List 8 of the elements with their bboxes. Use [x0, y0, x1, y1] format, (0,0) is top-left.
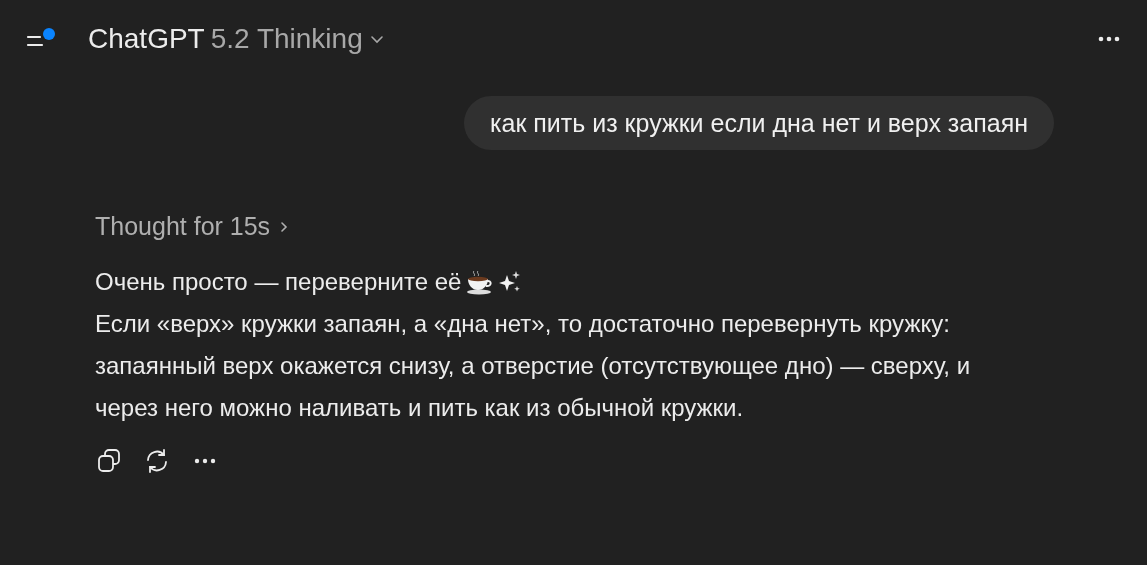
user-message: как пить из кружки если дна нет и верх запаян [464, 96, 1054, 150]
copy-icon [95, 447, 123, 475]
answer-paragraph: Если «верх» кружки запаян, а «дна нет», то достаточно перевернуть кружку: запаянный верх окажется снизу, а отверстие (отсутствующее дно) — сверху, и через него можно наливать и пить как из обычной кружки. [95, 309, 972, 423]
more-icon [194, 458, 216, 464]
thought-toggle[interactable]: Thought for 15s [95, 212, 291, 241]
more-icon [1097, 35, 1121, 43]
answer-text: Очень просто — переверните её [95, 267, 462, 297]
model-selector[interactable]: ChatGPT 5.2 Thinking [82, 19, 391, 59]
